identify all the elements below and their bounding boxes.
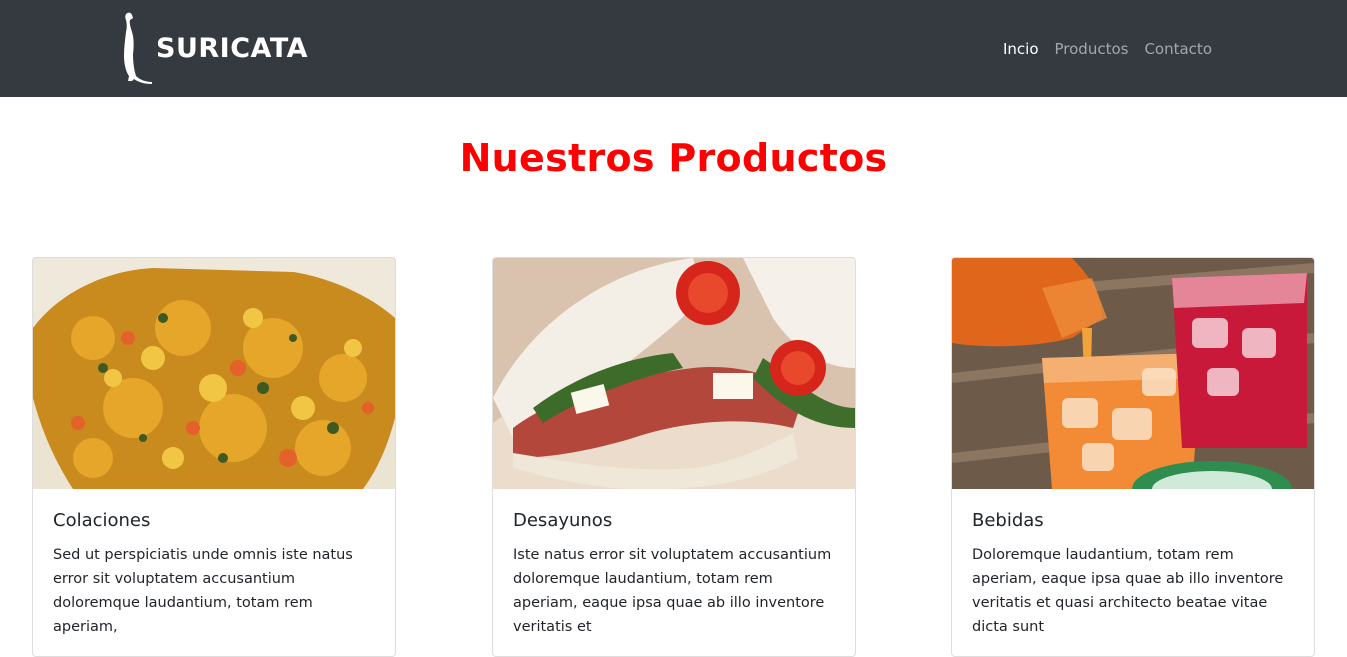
nav-link-inicio[interactable]: Incio	[995, 38, 1047, 60]
drinks-image	[952, 258, 1314, 489]
brand-name: SURICATA	[156, 32, 309, 64]
nav-link-contacto[interactable]: Contacto	[1136, 38, 1220, 60]
card-text: Doloremque laudantium, totam rem aperiam…	[972, 547, 1284, 635]
sandwich-image	[493, 258, 855, 489]
card-title: Desayunos	[513, 510, 613, 531]
navbar: SURICATA Incio Productos Contacto	[0, 0, 1347, 97]
card-title: Colaciones	[53, 510, 151, 531]
card-title: Bebidas	[972, 510, 1044, 531]
card-text: Sed ut perspiciatis unde omnis iste natu…	[53, 547, 353, 635]
brand-logo-link[interactable]: SURICATA	[116, 12, 308, 84]
meerkat-logo-icon	[124, 12, 152, 84]
product-card-bebidas: Bebidas Doloremque laudantium, totam rem…	[951, 257, 1315, 657]
page-title: Nuestros Productos	[459, 136, 888, 180]
nav-links: Incio Productos Contacto	[995, 38, 1220, 60]
product-card-colaciones: Colaciones Sed ut perspiciatis unde omni…	[32, 257, 396, 657]
food-image	[33, 258, 395, 489]
product-card-desayunos: Desayunos Iste natus error sit voluptate…	[492, 257, 856, 657]
card-text: Iste natus error sit voluptatem accusant…	[513, 547, 832, 635]
nav-link-productos[interactable]: Productos	[1047, 38, 1137, 60]
